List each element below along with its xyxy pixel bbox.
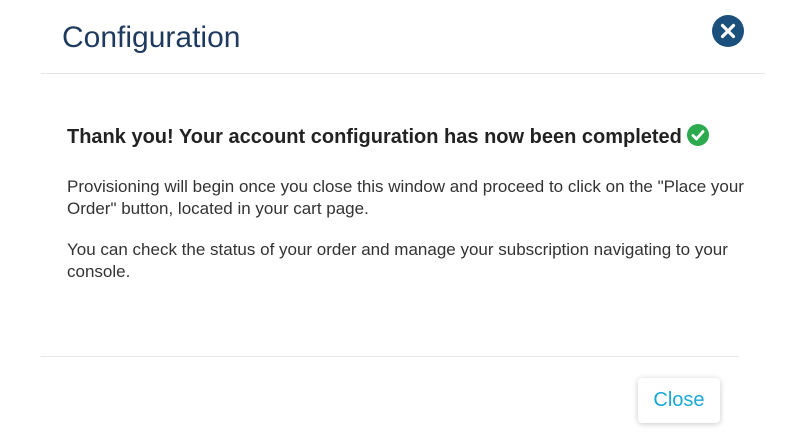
dialog-body: Thank you! Your account configuration ha… [67,120,747,283]
dialog-title: Configuration [62,21,241,54]
provisioning-paragraph: Provisioning will begin once you close t… [67,177,744,218]
dialog-header: Configuration [41,0,765,74]
configuration-dialog: Configuration Thank you! Your account co… [0,0,799,439]
dialog-footer: Close [41,356,739,439]
headline-text: Thank you! Your account configuration ha… [67,126,682,148]
close-x-glyph [720,23,736,39]
check-circle-icon [686,123,709,146]
success-headline: Thank you! Your account configuration ha… [67,120,747,154]
close-circle-icon[interactable] [712,15,744,47]
close-button[interactable]: Close [638,378,720,423]
status-paragraph: You can check the status of your order a… [67,240,728,281]
